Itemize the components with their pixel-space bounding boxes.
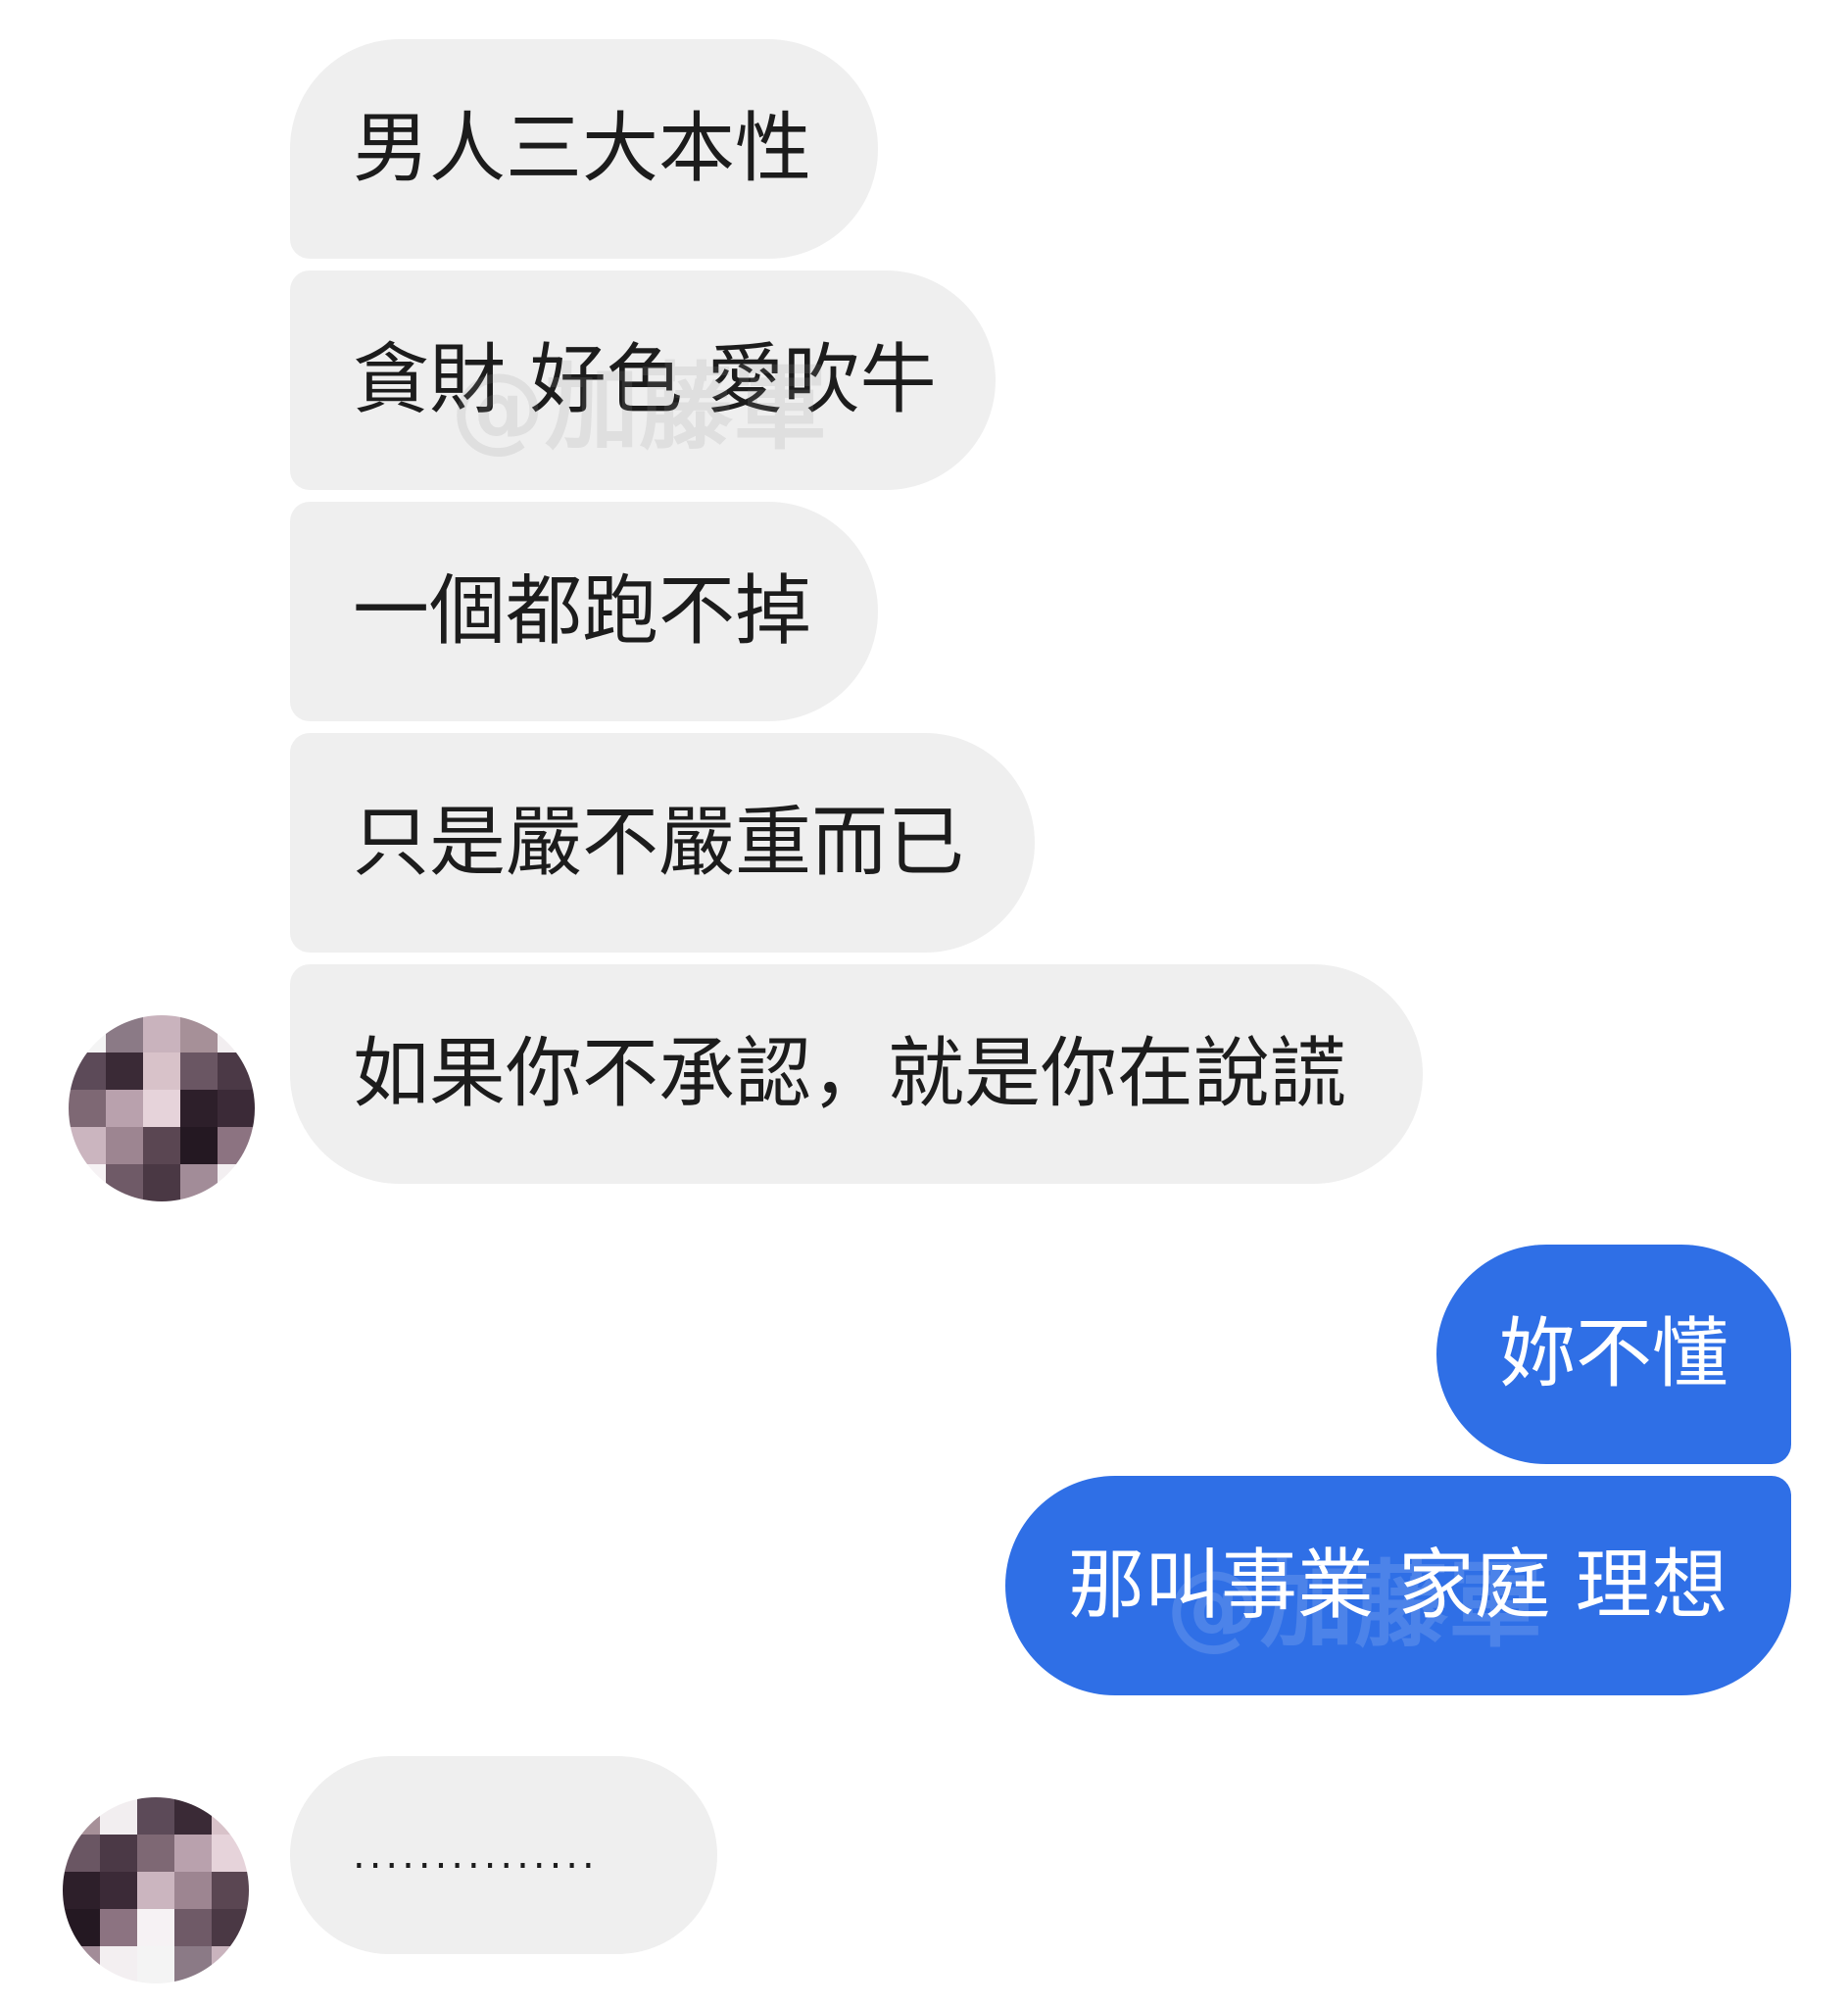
avatar-pixel [137,1946,174,1983]
message-text: 那叫事業 家庭 理想 [1068,1542,1728,1630]
pixelated-avatar-icon[interactable] [63,1797,249,1983]
avatar-pixel [143,1015,180,1052]
avatar-pixel [180,1127,218,1164]
avatar-pixel [106,1015,143,1052]
avatar-pixel [180,1090,218,1127]
avatar-pixel [212,1946,249,1983]
avatar-pixel [69,1127,106,1164]
avatar-pixel [218,1090,255,1127]
avatar-pixel [63,1797,100,1835]
avatar-pixel [218,1127,255,1164]
message-text: 貪財 好色 愛吹牛 [353,336,937,424]
avatar-pixel [106,1127,143,1164]
incoming-message-bubble[interactable]: 只是嚴不嚴重而已 [290,733,1035,953]
avatar-pixel [174,1872,212,1909]
avatar-pixel [180,1015,218,1052]
avatar-pixel [106,1052,143,1090]
avatar-pixel [69,1015,106,1052]
avatar-pixel [63,1946,100,1983]
pixelated-avatar-icon[interactable] [69,1015,255,1201]
message-text: 一個都跑不掉 [353,567,812,656]
avatar-pixel [174,1909,212,1946]
avatar-pixel [63,1835,100,1872]
avatar-pixel [137,1835,174,1872]
message-text: 男人三大本性 [353,105,812,193]
avatar-pixel [143,1164,180,1201]
incoming-message-bubble[interactable]: 如果你不承認，就是你在說謊 [290,964,1423,1184]
incoming-message-bubble[interactable]: 男人三大本性 [290,39,878,259]
avatar-pixel [174,1946,212,1983]
outgoing-message-bubble[interactable]: 妳不懂 [1436,1245,1791,1464]
chat-thread: 男人三大本性 貪財 好色 愛吹牛 @加藤軍 一個都跑不掉 只是嚴不嚴重而已 如果… [0,0,1848,2007]
avatar-pixel [100,1797,137,1835]
avatar-pixel [69,1090,106,1127]
avatar-pixel [180,1052,218,1090]
incoming-message-bubble[interactable]: 貪財 好色 愛吹牛 [290,270,996,490]
avatar-pixel [212,1835,249,1872]
avatar-pixel [100,1909,137,1946]
avatar-pixel [143,1090,180,1127]
avatar-pixel [137,1872,174,1909]
avatar-pixel [106,1090,143,1127]
avatar-pixel [212,1872,249,1909]
avatar-pixel [212,1797,249,1835]
avatar-pixel [69,1164,106,1201]
avatar-pixel [180,1164,218,1201]
avatar-pixel [63,1872,100,1909]
avatar-pixel [100,1872,137,1909]
avatar-pixel [218,1164,255,1201]
avatar-pixel [100,1835,137,1872]
avatar-pixel [100,1946,137,1983]
avatar-pixel [174,1835,212,1872]
avatar-pixel [137,1797,174,1835]
avatar-pixel [63,1909,100,1946]
avatar-pixel [218,1015,255,1052]
avatar-pixel [143,1127,180,1164]
incoming-message-bubble[interactable]: ............... [290,1756,717,1954]
avatar-pixel [218,1052,255,1090]
message-text: 如果你不承認，就是你在說謊 [353,1030,1347,1118]
avatar-pixel [137,1909,174,1946]
avatar-pixel [106,1164,143,1201]
message-text: ............... [353,1833,599,1878]
avatar-pixel [69,1052,106,1090]
avatar-pixel [174,1797,212,1835]
avatar-pixel [143,1052,180,1090]
message-text: 妳不懂 [1498,1310,1728,1398]
incoming-message-bubble[interactable]: 一個都跑不掉 [290,502,878,721]
avatar-pixel [212,1909,249,1946]
message-text: 只是嚴不嚴重而已 [353,799,965,887]
outgoing-message-bubble[interactable]: 那叫事業 家庭 理想 [1005,1476,1791,1695]
